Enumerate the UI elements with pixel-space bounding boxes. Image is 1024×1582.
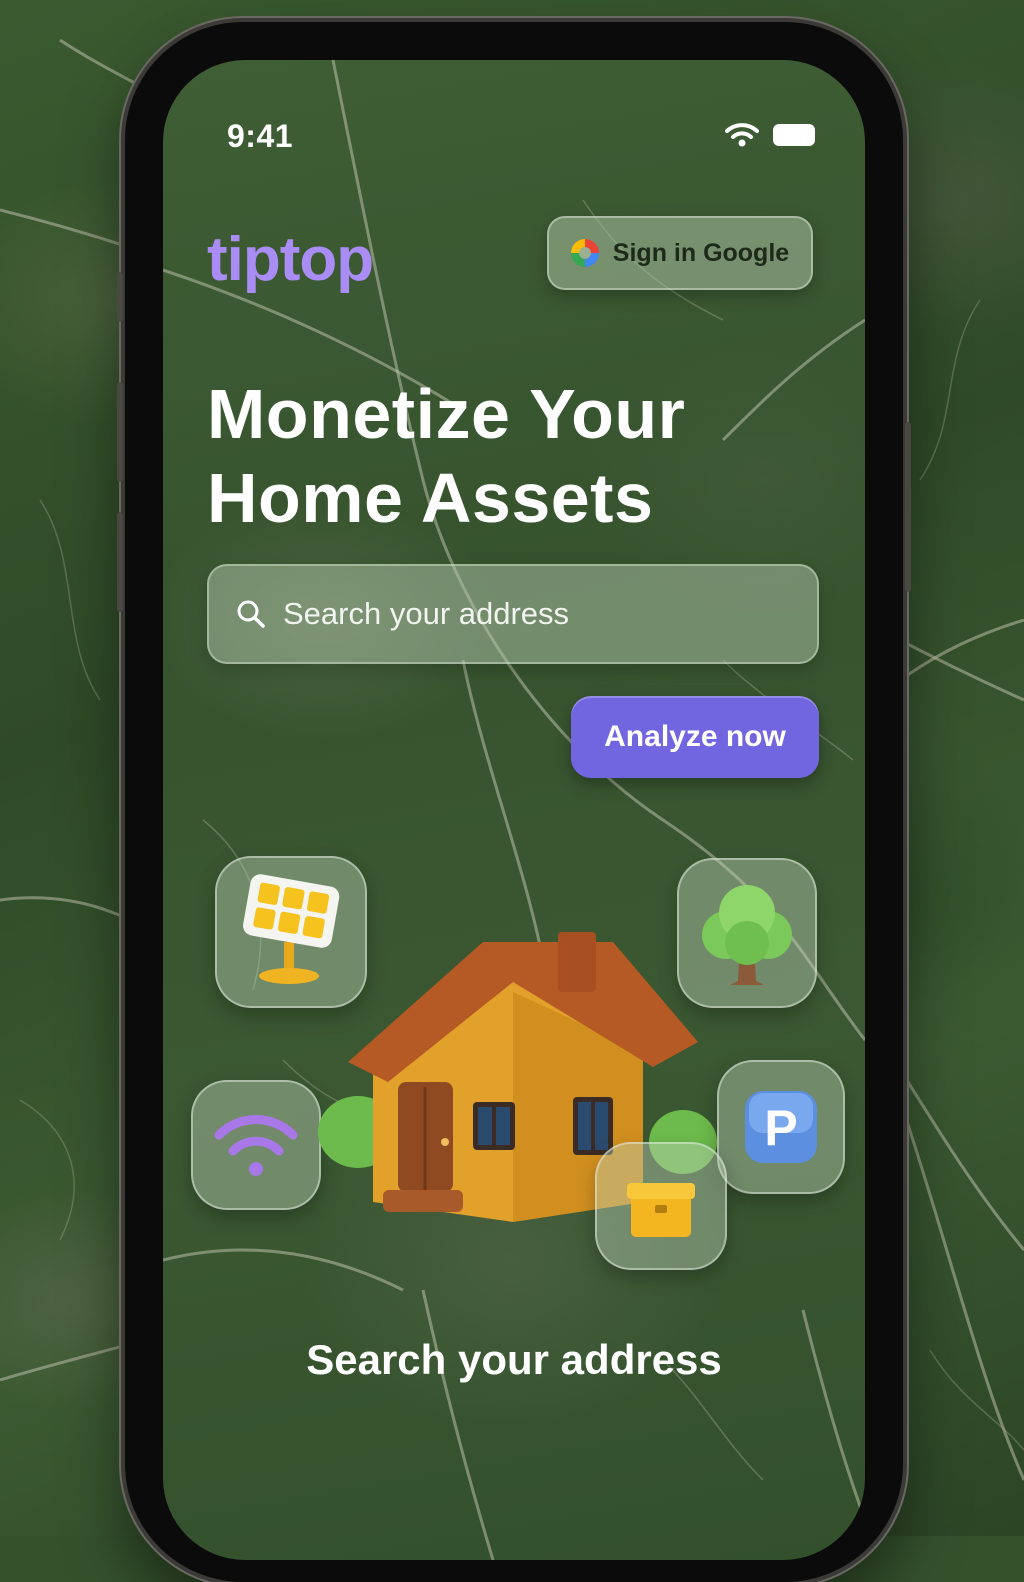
battery-icon (773, 124, 815, 146)
status-icons (725, 122, 815, 148)
app-logo: tiptop (207, 225, 374, 294)
parking-icon: P (745, 1091, 817, 1163)
wifi-status-icon (725, 123, 759, 147)
storage-box-icon (627, 1183, 695, 1237)
power-button (905, 422, 911, 592)
search-icon (237, 600, 265, 628)
svg-text:P: P (764, 1100, 797, 1156)
storage-box-tile[interactable] (595, 1142, 727, 1270)
wifi-icon (214, 1115, 298, 1176)
app-screen: 9:41 tiptop Sign in Google Monetize Your… (163, 60, 865, 1560)
parking-tile[interactable]: P (717, 1060, 845, 1194)
footer-caption: Search your address (306, 1336, 722, 1383)
headline-line-1: Monetize Your (207, 375, 686, 453)
google-sign-in-button[interactable]: Sign in Google (547, 216, 813, 290)
analyze-now-button[interactable]: Analyze now (571, 696, 819, 778)
mute-switch (117, 272, 123, 322)
google-icon (570, 239, 599, 267)
status-time: 9:41 (227, 118, 294, 154)
volume-up-button (117, 382, 123, 482)
wifi-tile[interactable] (191, 1080, 321, 1210)
page-title: Monetize Your Home Assets (207, 372, 807, 540)
address-search-input[interactable] (281, 595, 785, 633)
phone-frame: 9:41 tiptop Sign in Google Monetize Your… (117, 22, 911, 1582)
search-box[interactable] (207, 564, 819, 664)
volume-down-button (117, 512, 123, 612)
headline-line-2: Home Assets (207, 459, 654, 537)
google-sign-in-label: Sign in Google (612, 238, 790, 267)
